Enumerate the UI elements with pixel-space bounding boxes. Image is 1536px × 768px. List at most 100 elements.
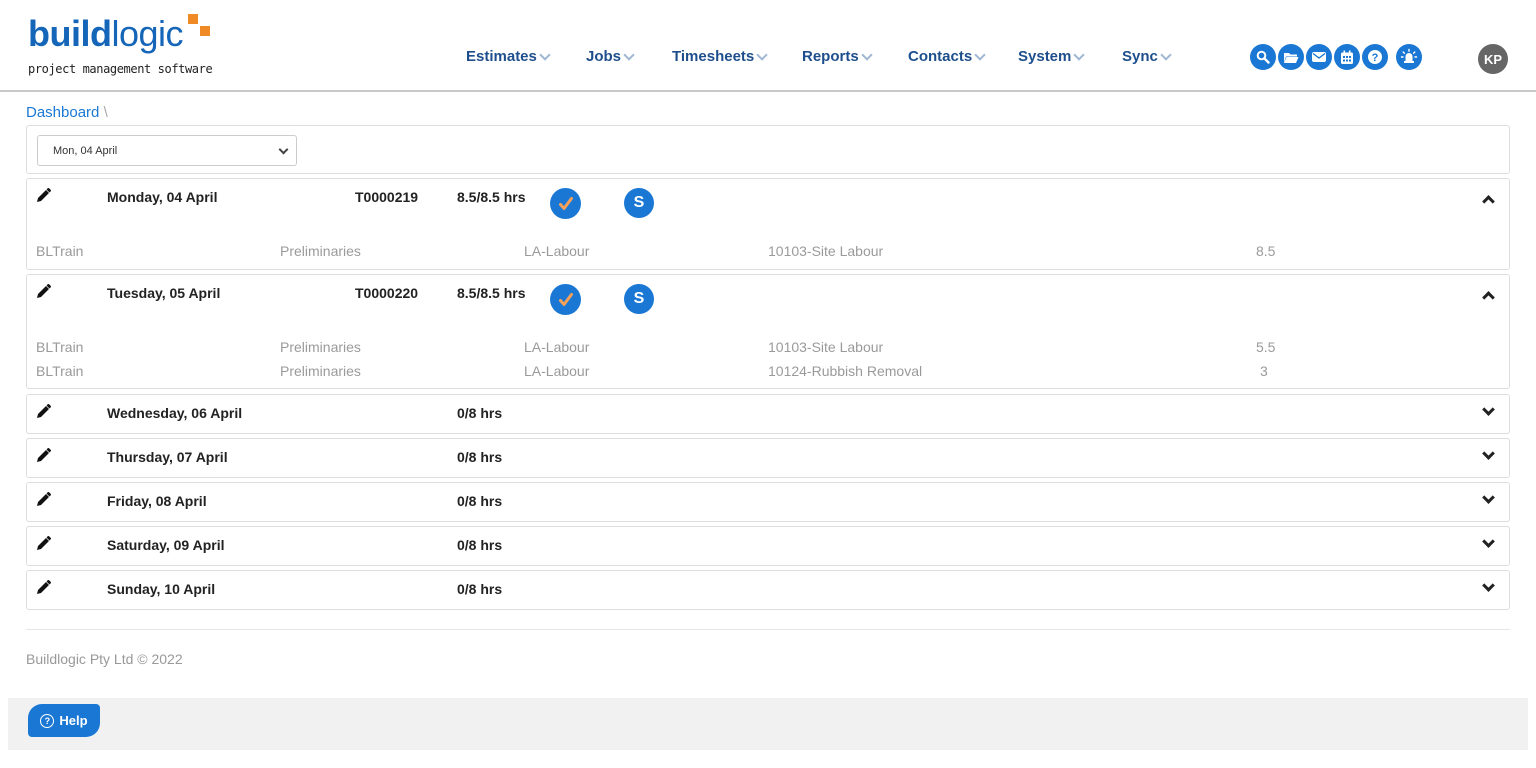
nav-system[interactable]: System <box>1018 48 1086 65</box>
edit-pencil-icon[interactable] <box>34 491 52 514</box>
edit-pencil-icon[interactable] <box>34 535 52 558</box>
day-label[interactable]: Tuesday, 05 April <box>107 285 220 301</box>
edit-pencil-icon[interactable] <box>34 447 52 470</box>
alert-icon[interactable] <box>1396 44 1422 70</box>
hours-summary: 8.5/8.5 hrs <box>457 189 526 205</box>
day-label[interactable]: Saturday, 09 April <box>107 537 224 553</box>
timesheet-day-card: Saturday, 09 April 0/8 hrs <box>26 526 1510 566</box>
day-label[interactable]: Monday, 04 April <box>107 189 217 205</box>
timesheet-day-card: Tuesday, 05 April T0000220 8.5/8.5 hrs S… <box>26 274 1510 389</box>
chevron-down-icon[interactable] <box>1482 535 1495 548</box>
chevron-down-icon <box>861 48 873 61</box>
day-label[interactable]: Friday, 08 April <box>107 493 207 509</box>
nav-sync[interactable]: Sync <box>1122 48 1172 65</box>
line-resource: LA-Labour <box>524 339 590 355</box>
approved-check-icon <box>550 284 581 315</box>
nav-label: Jobs <box>586 48 622 65</box>
chevron-down-icon <box>1160 48 1172 61</box>
chevron-down-icon[interactable] <box>1482 491 1495 504</box>
buildlogic-logo[interactable]: buildlogic project management software <box>28 14 228 84</box>
top-header: buildlogic project management software E… <box>0 0 1536 92</box>
day-label[interactable]: Wednesday, 06 April <box>107 405 242 421</box>
edit-pencil-icon[interactable] <box>34 579 52 602</box>
svg-text:?: ? <box>1372 52 1379 64</box>
hours-summary: 0/8 hrs <box>457 449 503 465</box>
date-filter-panel: Mon, 04 April <box>26 125 1510 174</box>
question-circle-icon: ? <box>40 713 55 728</box>
line-resource: LA-Labour <box>524 363 590 379</box>
hours-summary: 0/8 hrs <box>457 405 503 421</box>
footer-divider <box>26 629 1510 630</box>
nav-reports[interactable]: Reports <box>802 48 873 65</box>
edit-pencil-icon[interactable] <box>34 187 52 210</box>
nav-estimates[interactable]: Estimates <box>466 48 551 65</box>
logo-word-light: logic <box>111 13 184 54</box>
help-icon[interactable]: ? <box>1362 44 1388 70</box>
timesheet-code[interactable]: T0000220 <box>355 285 418 301</box>
hours-summary: 0/8 hrs <box>457 493 503 509</box>
help-bar: ? Help <box>8 698 1528 750</box>
logo-word-bold: build <box>28 13 112 54</box>
edit-pencil-icon[interactable] <box>34 283 52 306</box>
logo-accent-square <box>200 26 210 36</box>
hours-summary: 0/8 hrs <box>457 537 503 553</box>
line-cost-code: 10103-Site Labour <box>768 339 884 355</box>
hours-summary: 8.5/8.5 hrs <box>457 285 526 301</box>
timesheet-day-card: Thursday, 07 April 0/8 hrs <box>26 438 1510 478</box>
chevron-down-icon[interactable] <box>1482 447 1495 460</box>
line-project: BLTrain <box>36 339 84 355</box>
nav-jobs[interactable]: Jobs <box>586 48 635 65</box>
line-cost-code: 10124-Rubbish Removal <box>768 363 923 379</box>
chevron-down-icon[interactable] <box>1482 403 1495 416</box>
timesheet-day-card: Wednesday, 06 April 0/8 hrs <box>26 394 1510 434</box>
approved-check-icon <box>550 188 581 219</box>
chevron-up-icon[interactable] <box>1482 195 1495 208</box>
nav-label: Estimates <box>466 48 537 65</box>
line-stage: Preliminaries <box>280 363 361 379</box>
nav-contacts[interactable]: Contacts <box>908 48 986 65</box>
folder-icon[interactable] <box>1278 44 1304 70</box>
chevron-up-icon[interactable] <box>1482 291 1495 304</box>
chevron-down-icon <box>1073 48 1086 61</box>
sync-status-badge: S <box>624 284 654 314</box>
breadcrumb-separator: \ <box>103 104 108 121</box>
line-project: BLTrain <box>36 363 84 379</box>
logo-accent-square <box>188 14 198 24</box>
logo-wordmark: buildlogic <box>28 13 184 54</box>
nav-label: Contacts <box>908 48 973 65</box>
chevron-down-icon[interactable] <box>1482 579 1495 592</box>
timesheet-day-card: Monday, 04 April T0000219 8.5/8.5 hrs S … <box>26 178 1510 270</box>
calendar-icon[interactable] <box>1334 44 1360 70</box>
breadcrumb-dashboard-link[interactable]: Dashboard <box>26 104 99 121</box>
user-avatar[interactable]: KP <box>1478 44 1508 74</box>
sync-status-badge: S <box>624 188 654 218</box>
line-quantity: 5.5 <box>1256 339 1276 355</box>
nav-label: Reports <box>802 48 859 65</box>
timesheet-day-card: Friday, 08 April 0/8 hrs <box>26 482 1510 522</box>
logo-tagline: project management software <box>28 62 213 76</box>
chevron-down-icon <box>539 48 551 61</box>
chevron-down-icon <box>756 48 768 61</box>
breadcrumb: Dashboard \ <box>26 104 108 121</box>
day-label[interactable]: Sunday, 10 April <box>107 581 215 597</box>
timesheet-day-card: Sunday, 10 April 0/8 hrs <box>26 570 1510 610</box>
line-stage: Preliminaries <box>280 339 361 355</box>
nav-timesheets[interactable]: Timesheets <box>672 48 768 65</box>
nav-label: System <box>1018 48 1072 65</box>
date-select[interactable]: Mon, 04 April <box>37 135 297 166</box>
line-quantity: 8.5 <box>1256 243 1276 259</box>
line-quantity: 3 <box>1260 363 1268 379</box>
help-button[interactable]: ? Help <box>28 704 100 737</box>
line-stage: Preliminaries <box>280 243 361 259</box>
mail-icon[interactable] <box>1306 44 1332 70</box>
nav-label: Sync <box>1122 48 1158 65</box>
day-label[interactable]: Thursday, 07 April <box>107 449 228 465</box>
line-project: BLTrain <box>36 243 84 259</box>
line-cost-code: 10103-Site Labour <box>768 243 884 259</box>
hours-summary: 0/8 hrs <box>457 581 503 597</box>
chevron-down-icon <box>623 48 635 61</box>
edit-pencil-icon[interactable] <box>34 403 52 426</box>
timesheet-code[interactable]: T0000219 <box>355 189 418 205</box>
date-select-value: Mon, 04 April <box>53 145 118 157</box>
search-icon[interactable] <box>1250 44 1276 70</box>
